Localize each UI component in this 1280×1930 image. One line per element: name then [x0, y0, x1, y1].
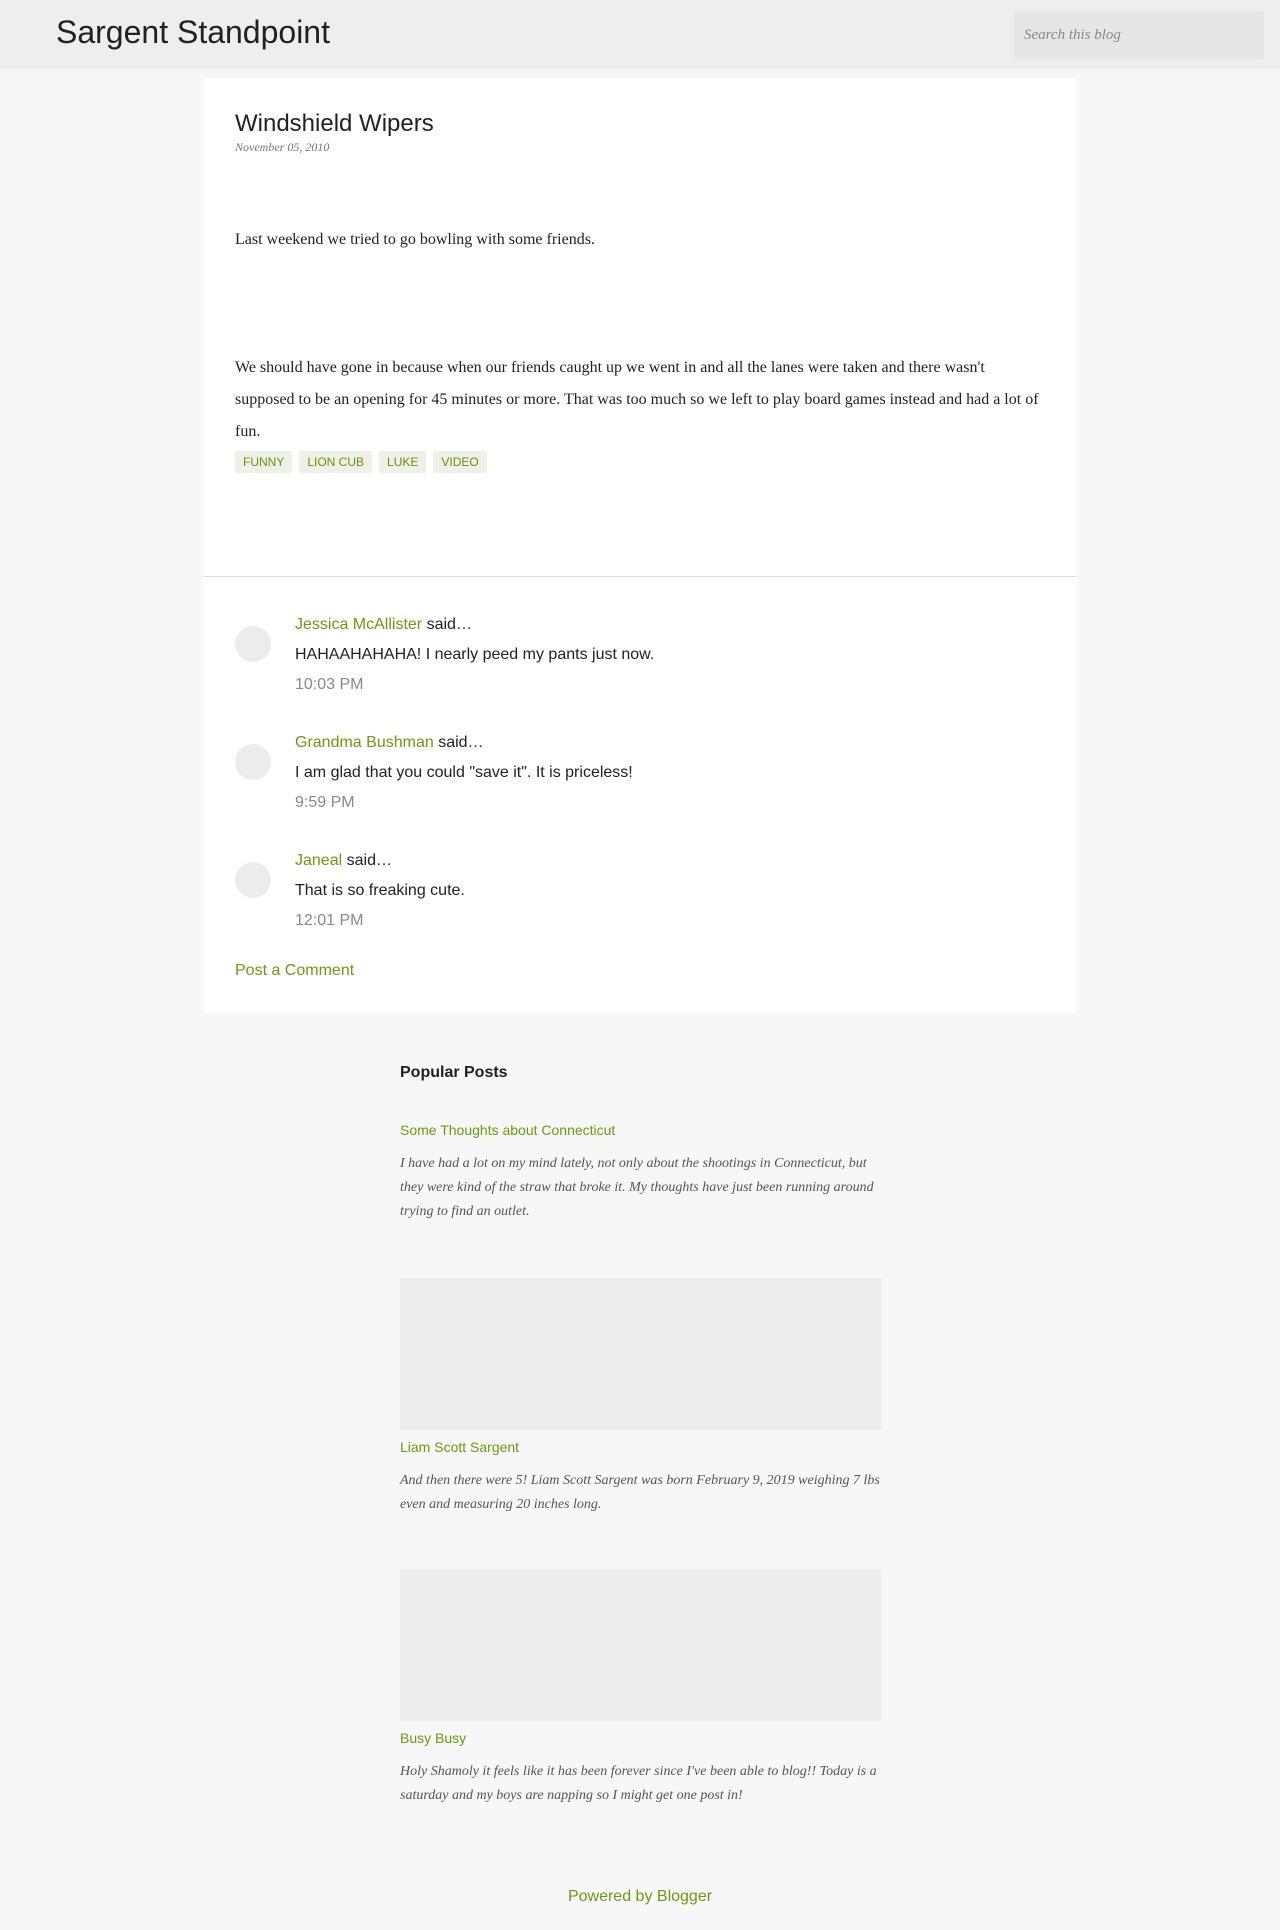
popular-post-thumbnail[interactable] [400, 1569, 881, 1721]
comment-timestamp[interactable]: 12:01 PM [295, 912, 363, 930]
search-input[interactable] [1014, 11, 1264, 59]
popular-post-item: Liam Scott Sargent And then there were 5… [400, 1278, 882, 1517]
label-luke[interactable]: LUKE [379, 451, 427, 473]
popular-post-title-link[interactable]: Liam Scott Sargent [400, 1439, 882, 1455]
popular-post-snippet: Holy Shamoly it feels like it has been f… [400, 1764, 877, 1803]
comment-author-link[interactable]: Janeal [295, 852, 342, 869]
popular-post-item: Some Thoughts about Connecticut I have h… [400, 1122, 882, 1224]
comment-body: That is so freaking cute. [295, 882, 465, 899]
popular-posts-widget: Popular Posts Some Thoughts about Connec… [400, 1064, 882, 1803]
powered-by-blogger-link[interactable]: Powered by Blogger [0, 1888, 1280, 1906]
popular-post-title-link[interactable]: Some Thoughts about Connecticut [400, 1122, 882, 1138]
comment-body: HAHAAHAHAHA! I nearly peed my pants just… [295, 646, 655, 663]
post-paragraph: Last weekend we tried to go bowling with… [235, 231, 595, 248]
popular-post-title-link[interactable]: Busy Busy [400, 1730, 882, 1746]
post-labels: FUNNY LION CUB LUKE VIDEO [235, 451, 487, 473]
popular-posts-heading: Popular Posts [400, 1064, 508, 1081]
comment-timestamp[interactable]: 10:03 PM [295, 676, 363, 694]
popular-post-thumbnail[interactable] [400, 1278, 881, 1430]
post-title: Windshield Wipers [235, 110, 434, 137]
comment-said: said… [438, 734, 484, 751]
post-paragraph: We should have gone in because when our … [235, 359, 1039, 440]
blog-title-link[interactable]: Sargent Standpoint [56, 14, 330, 51]
label-video[interactable]: VIDEO [433, 451, 487, 473]
comment-said: said… [426, 616, 472, 633]
comment: Grandma Bushman said… I am glad that you… [235, 734, 1035, 824]
post-body: Last weekend we tried to go bowling with… [235, 224, 1045, 448]
comment-timestamp[interactable]: 9:59 PM [295, 794, 355, 812]
comment-header: Janeal said… [295, 852, 392, 870]
post-card: Windshield Wipers November 05, 2010 Last… [203, 78, 1077, 1013]
comment-header: Grandma Bushman said… [295, 734, 484, 752]
comment: Jessica McAllister said… HAHAAHAHAHA! I … [235, 616, 1035, 706]
post-date[interactable]: November 05, 2010 [235, 140, 329, 155]
search-box[interactable] [1014, 11, 1264, 59]
popular-post-snippet: I have had a lot on my mind lately, not … [400, 1156, 874, 1219]
avatar [235, 744, 271, 780]
avatar [235, 626, 271, 662]
comments-divider [203, 576, 1077, 577]
comment-author-link[interactable]: Grandma Bushman [295, 734, 434, 751]
blog-header: Sargent Standpoint [0, 0, 1280, 69]
post-a-comment-link[interactable]: Post a Comment [235, 962, 354, 980]
label-funny[interactable]: FUNNY [235, 451, 293, 473]
comment-body: I am glad that you could "save it". It i… [295, 764, 633, 781]
comment: Janeal said… That is so freaking cute. 1… [235, 852, 1035, 942]
avatar [235, 862, 271, 898]
label-lion-cub[interactable]: LION CUB [299, 451, 373, 473]
comment-said: said… [346, 852, 392, 869]
comment-author-link[interactable]: Jessica McAllister [295, 616, 422, 633]
popular-post-item: Busy Busy Holy Shamoly it feels like it … [400, 1569, 882, 1808]
popular-post-snippet: And then there were 5! Liam Scott Sargen… [400, 1473, 880, 1512]
comment-header: Jessica McAllister said… [295, 616, 472, 634]
